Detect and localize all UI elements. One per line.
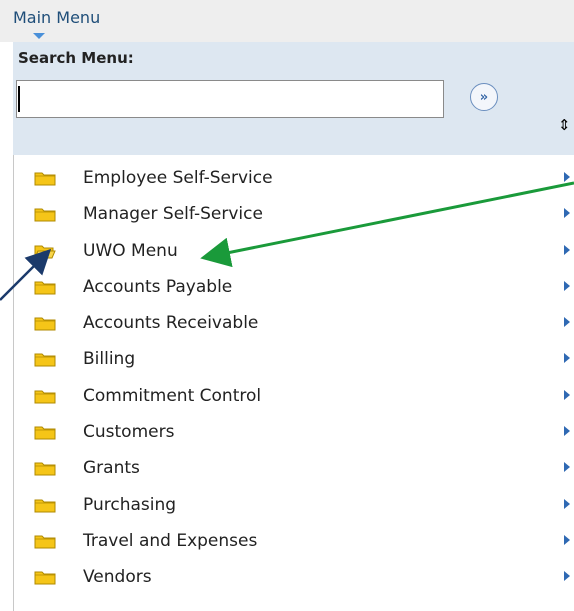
menu-item-label: UWO Menu — [83, 240, 178, 261]
double-chevron-right-icon: » — [479, 89, 489, 105]
folder-icon — [34, 281, 56, 295]
caret-down-icon — [33, 33, 45, 39]
menu-item-billing[interactable]: Billing — [13, 341, 574, 377]
folder-icon — [34, 353, 56, 367]
folder-icon — [34, 499, 56, 513]
submenu-arrow-icon — [564, 389, 570, 400]
menu-item-accounts-payable[interactable]: Accounts Payable — [13, 269, 574, 305]
submenu-arrow-icon — [564, 426, 570, 437]
submenu-arrow-icon — [564, 317, 570, 328]
submenu-arrow-icon — [564, 462, 570, 473]
submenu-arrow-icon — [564, 208, 570, 219]
search-panel: Search Menu: » ⇕ — [13, 42, 574, 155]
menu-item-label: Customers — [83, 422, 175, 443]
menu-list: Employee Self-Service Manager Self-Servi… — [13, 160, 574, 596]
search-input[interactable] — [16, 80, 444, 118]
menu-item-label: Accounts Receivable — [83, 313, 259, 334]
menu-item-commitment-control[interactable]: Commitment Control — [13, 378, 574, 414]
menu-item-label: Travel and Expenses — [83, 530, 258, 551]
menu-item-manager-self-service[interactable]: Manager Self-Service — [13, 196, 574, 232]
submenu-arrow-icon — [564, 353, 570, 364]
menu-item-label: Employee Self-Service — [83, 168, 273, 188]
folder-icon — [34, 172, 56, 186]
menu-item-label: Grants — [83, 458, 140, 479]
menu-item-label: Purchasing — [83, 494, 177, 515]
folder-icon — [34, 208, 56, 222]
folder-icon — [34, 462, 56, 476]
menu-item-vendors[interactable]: Vendors — [13, 559, 574, 595]
menu-item-label: Accounts Payable — [83, 276, 233, 297]
folder-icon — [34, 571, 56, 585]
submenu-arrow-icon — [564, 534, 570, 545]
menu-item-label: Vendors — [83, 567, 152, 588]
folder-icon — [34, 390, 56, 404]
folder-icon — [34, 317, 56, 331]
submenu-arrow-icon — [564, 172, 570, 182]
menu-item-accounts-receivable[interactable]: Accounts Receivable — [13, 305, 574, 341]
menu-item-label: Billing — [83, 349, 136, 370]
submenu-arrow-icon — [564, 280, 570, 291]
menu-item-customers[interactable]: Customers — [13, 414, 574, 450]
sort-arrows-icon[interactable]: ⇕ — [558, 118, 571, 133]
menu-item-travel-and-expenses[interactable]: Travel and Expenses — [13, 523, 574, 559]
menu-item-employee-self-service[interactable]: Employee Self-Service — [13, 160, 574, 196]
menu-item-grants[interactable]: Grants — [13, 450, 574, 486]
search-menu-label: Search Menu: — [18, 49, 134, 67]
top-bar: Main Menu — [0, 0, 574, 42]
menu-item-uwo-menu[interactable]: UWO Menu — [13, 233, 574, 269]
submenu-arrow-icon — [564, 498, 570, 509]
text-cursor — [18, 86, 20, 112]
menu-item-purchasing[interactable]: Purchasing — [13, 487, 574, 523]
submenu-arrow-icon — [564, 244, 570, 255]
search-go-button[interactable]: » — [470, 83, 498, 111]
menu-item-label: Commitment Control — [83, 385, 262, 406]
submenu-arrow-icon — [564, 571, 570, 582]
main-menu-title[interactable]: Main Menu — [13, 8, 100, 27]
menu-item-label: Manager Self-Service — [83, 204, 263, 225]
folder-icon — [34, 535, 56, 549]
folder-icon — [34, 426, 56, 440]
folder-open-icon — [34, 245, 56, 259]
